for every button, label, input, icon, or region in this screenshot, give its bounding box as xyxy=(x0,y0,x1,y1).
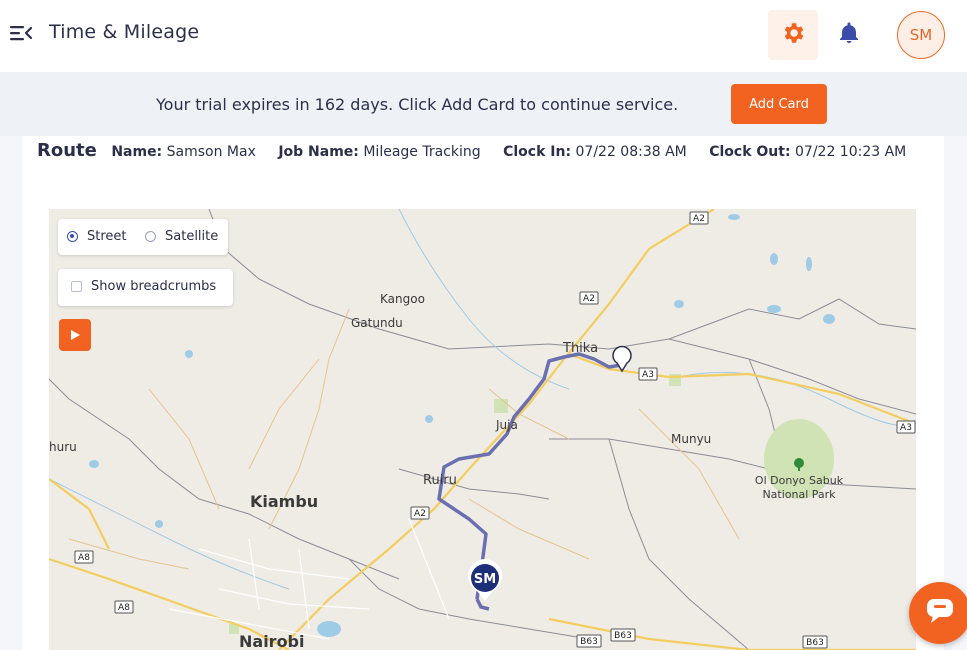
road-shield-a8-low: A8 xyxy=(114,600,134,614)
top-bar: Time & Mileage SM xyxy=(0,0,967,72)
user-avatar[interactable]: SM xyxy=(897,11,945,59)
svg-text:A2: A2 xyxy=(414,509,426,519)
map-label-munyu: Munyu xyxy=(671,432,711,446)
map-label-juja: Juja xyxy=(495,418,518,432)
breadcrumbs-checkbox[interactable] xyxy=(71,281,82,292)
map-label-park-line2: National Park xyxy=(762,488,836,501)
road-shield-a2-low: A2 xyxy=(410,506,430,520)
chat-bubble-icon xyxy=(925,597,955,629)
route-title: Route xyxy=(37,140,97,161)
minor-roads xyxy=(68,308,740,570)
city-streets xyxy=(168,518,450,640)
play-route-button[interactable] xyxy=(59,319,91,351)
road-shield-b63-a: B63 xyxy=(576,634,602,648)
clock-in-value: 07/22 08:38 AM xyxy=(575,144,687,160)
bell-icon xyxy=(839,22,859,48)
clock-in-label: Clock In: xyxy=(503,144,572,160)
driver-marker-initials: SM xyxy=(474,572,496,587)
svg-text:A2: A2 xyxy=(583,294,595,304)
road-shield-a2-top: A2 xyxy=(689,211,709,225)
name-label: Name: xyxy=(111,144,163,160)
map-label-kangoo: Kangoo xyxy=(380,292,425,306)
map-label-ruiru: Ruiru xyxy=(423,473,457,488)
svg-text:A2: A2 xyxy=(693,214,705,224)
page-title: Time & Mileage xyxy=(49,21,200,43)
trial-message: Your trial expires in 162 days. Click Ad… xyxy=(156,95,679,114)
settings-button[interactable] xyxy=(768,10,818,60)
satellite-radio[interactable] xyxy=(145,231,156,242)
map-label-park-line1: Ol Donyo Sabuk xyxy=(755,474,844,487)
route-summary: Route Name: Samson Max Job Name: Mileage… xyxy=(37,138,917,165)
map-layer-selector: Street Satellite xyxy=(58,219,228,255)
road-shield-a3-thika: A3 xyxy=(638,367,658,381)
route-end-segment xyxy=(475,598,490,611)
chat-widget-button[interactable] xyxy=(909,582,967,644)
play-icon xyxy=(69,326,81,345)
road-shield-b63-b: B63 xyxy=(610,628,636,642)
map-label-hururu: huru xyxy=(49,440,77,454)
route-path xyxy=(437,352,622,600)
svg-text:B63: B63 xyxy=(806,638,824,648)
street-radio[interactable] xyxy=(67,231,78,242)
map-label-kiambu: Kiambu xyxy=(250,492,318,511)
road-shield-a2-mid: A2 xyxy=(579,291,599,305)
breadcrumbs-toggle: Show breadcrumbs xyxy=(58,269,233,306)
menu-collapse-icon[interactable] xyxy=(9,22,33,44)
driver-marker[interactable]: SM xyxy=(468,559,502,601)
add-card-button[interactable]: Add Card xyxy=(731,84,827,124)
name-value: Samson Max xyxy=(166,144,256,160)
job-name-value: Mileage Tracking xyxy=(363,144,481,160)
road-shield-b63-c: B63 xyxy=(802,635,828,649)
svg-text:B63: B63 xyxy=(614,631,632,641)
svg-text:A3: A3 xyxy=(642,370,654,380)
breadcrumbs-label[interactable]: Show breadcrumbs xyxy=(91,279,216,294)
road-shield-a8-left: A8 xyxy=(74,550,94,564)
clock-out-value: 07/22 10:23 AM xyxy=(795,144,907,160)
map-label-gatundu: Gatundu xyxy=(351,316,403,330)
job-name-label: Job Name: xyxy=(278,144,359,160)
svg-text:A8: A8 xyxy=(118,603,130,613)
clock-out-label: Clock Out: xyxy=(709,144,791,160)
svg-text:A8: A8 xyxy=(78,553,90,563)
road-shield-a3-east: A3 xyxy=(896,420,916,434)
map-label-thika: Thika xyxy=(562,341,598,356)
map-label-nairobi: Nairobi xyxy=(239,632,305,650)
gear-icon xyxy=(780,20,806,50)
street-label[interactable]: Street xyxy=(87,229,127,244)
green-areas xyxy=(229,374,834,634)
notifications-button[interactable] xyxy=(836,22,862,48)
satellite-label[interactable]: Satellite xyxy=(165,229,218,244)
svg-text:B63: B63 xyxy=(580,637,598,647)
svg-text:A3: A3 xyxy=(900,423,912,433)
